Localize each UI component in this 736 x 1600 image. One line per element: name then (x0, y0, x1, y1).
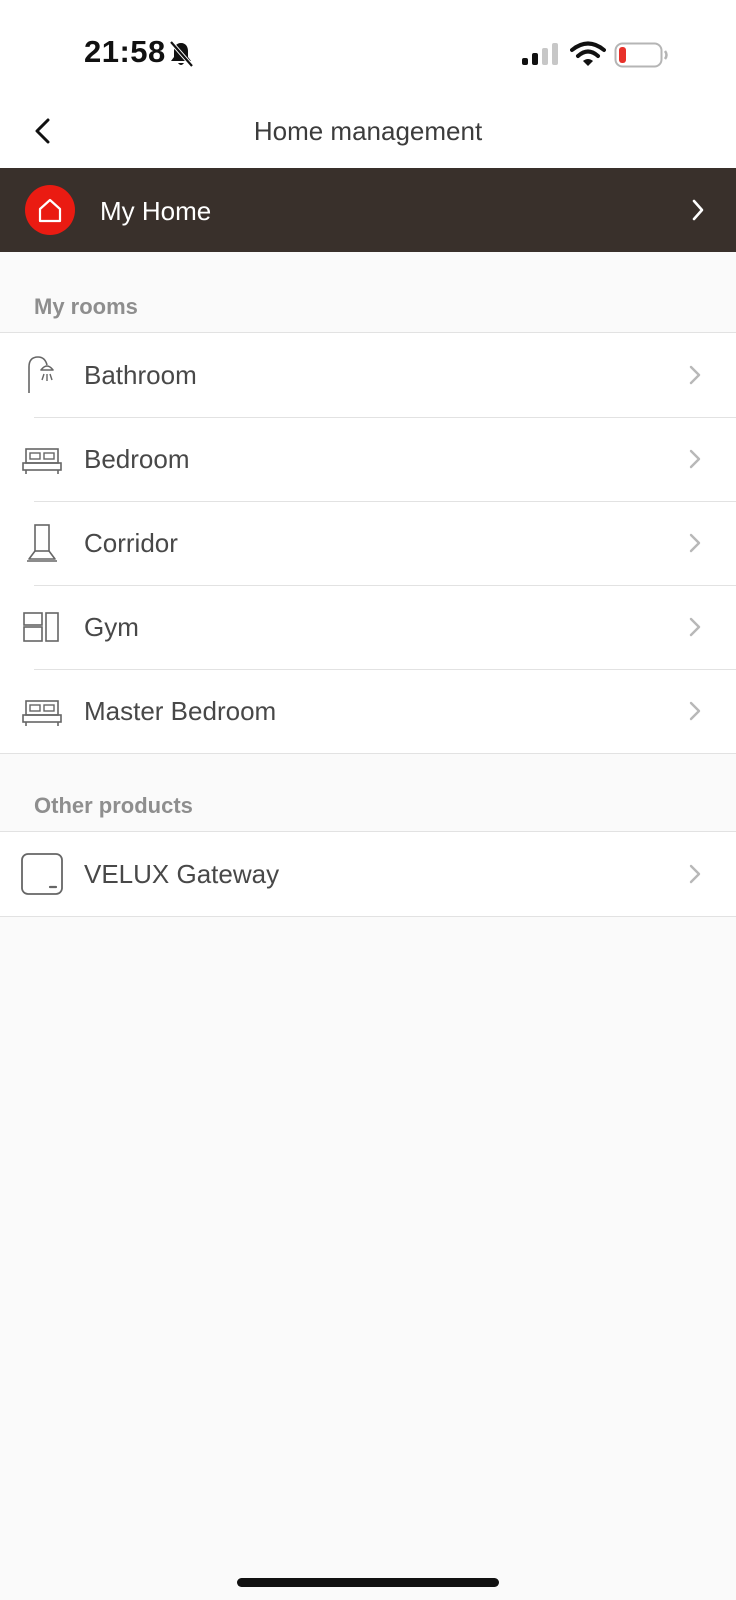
status-time: 21:58 (84, 34, 166, 69)
chevron-right-icon (692, 199, 704, 221)
home-name: My Home (100, 196, 212, 226)
room-row-gym[interactable]: Gym (0, 585, 736, 669)
status-bar: 21:58 (0, 0, 736, 100)
other-products-list: VELUX Gateway (0, 831, 736, 917)
room-label: Master Bedroom (84, 696, 277, 726)
room-label: Gym (84, 612, 139, 642)
cellular-signal-icon (522, 43, 558, 65)
product-label: VELUX Gateway (84, 859, 280, 889)
room-label: Bedroom (84, 444, 190, 474)
home-badge (25, 185, 75, 235)
shower-icon (28, 356, 54, 393)
chevron-right-icon (689, 365, 701, 385)
chevron-right-icon (689, 533, 701, 553)
bed-icon (22, 700, 62, 726)
page-title: Home management (253, 116, 483, 146)
section-header-other-products: Other products (34, 793, 193, 818)
chevron-right-icon (689, 701, 701, 721)
lamp-icon (27, 524, 57, 562)
rooms-list: Bathroom Bedroom Corridor Gym Master Bed… (0, 332, 736, 754)
gateway-icon (21, 853, 63, 895)
home-indicator[interactable] (237, 1578, 499, 1587)
chevron-right-icon (689, 617, 701, 637)
chevron-right-icon (689, 449, 701, 469)
room-row-corridor[interactable]: Corridor (0, 501, 736, 585)
room-row-master-bedroom[interactable]: Master Bedroom (0, 669, 736, 753)
chevron-right-icon (689, 864, 701, 884)
bed-icon (22, 448, 62, 474)
house-icon (38, 198, 62, 223)
room-row-bathroom[interactable]: Bathroom (0, 333, 736, 417)
navigation-bar: Home management (0, 100, 736, 168)
bell-muted-icon (169, 40, 194, 68)
home-selector[interactable]: My Home (0, 168, 736, 252)
wifi-icon (570, 41, 606, 66)
room-label: Corridor (84, 528, 178, 558)
room-row-bedroom[interactable]: Bedroom (0, 417, 736, 501)
room-layout-icon (23, 612, 59, 642)
section-header-rooms: My rooms (34, 294, 138, 319)
battery-low-icon (614, 42, 668, 68)
product-row-velux-gateway[interactable]: VELUX Gateway (0, 832, 736, 916)
room-label: Bathroom (84, 360, 197, 390)
battery-level (619, 47, 626, 63)
